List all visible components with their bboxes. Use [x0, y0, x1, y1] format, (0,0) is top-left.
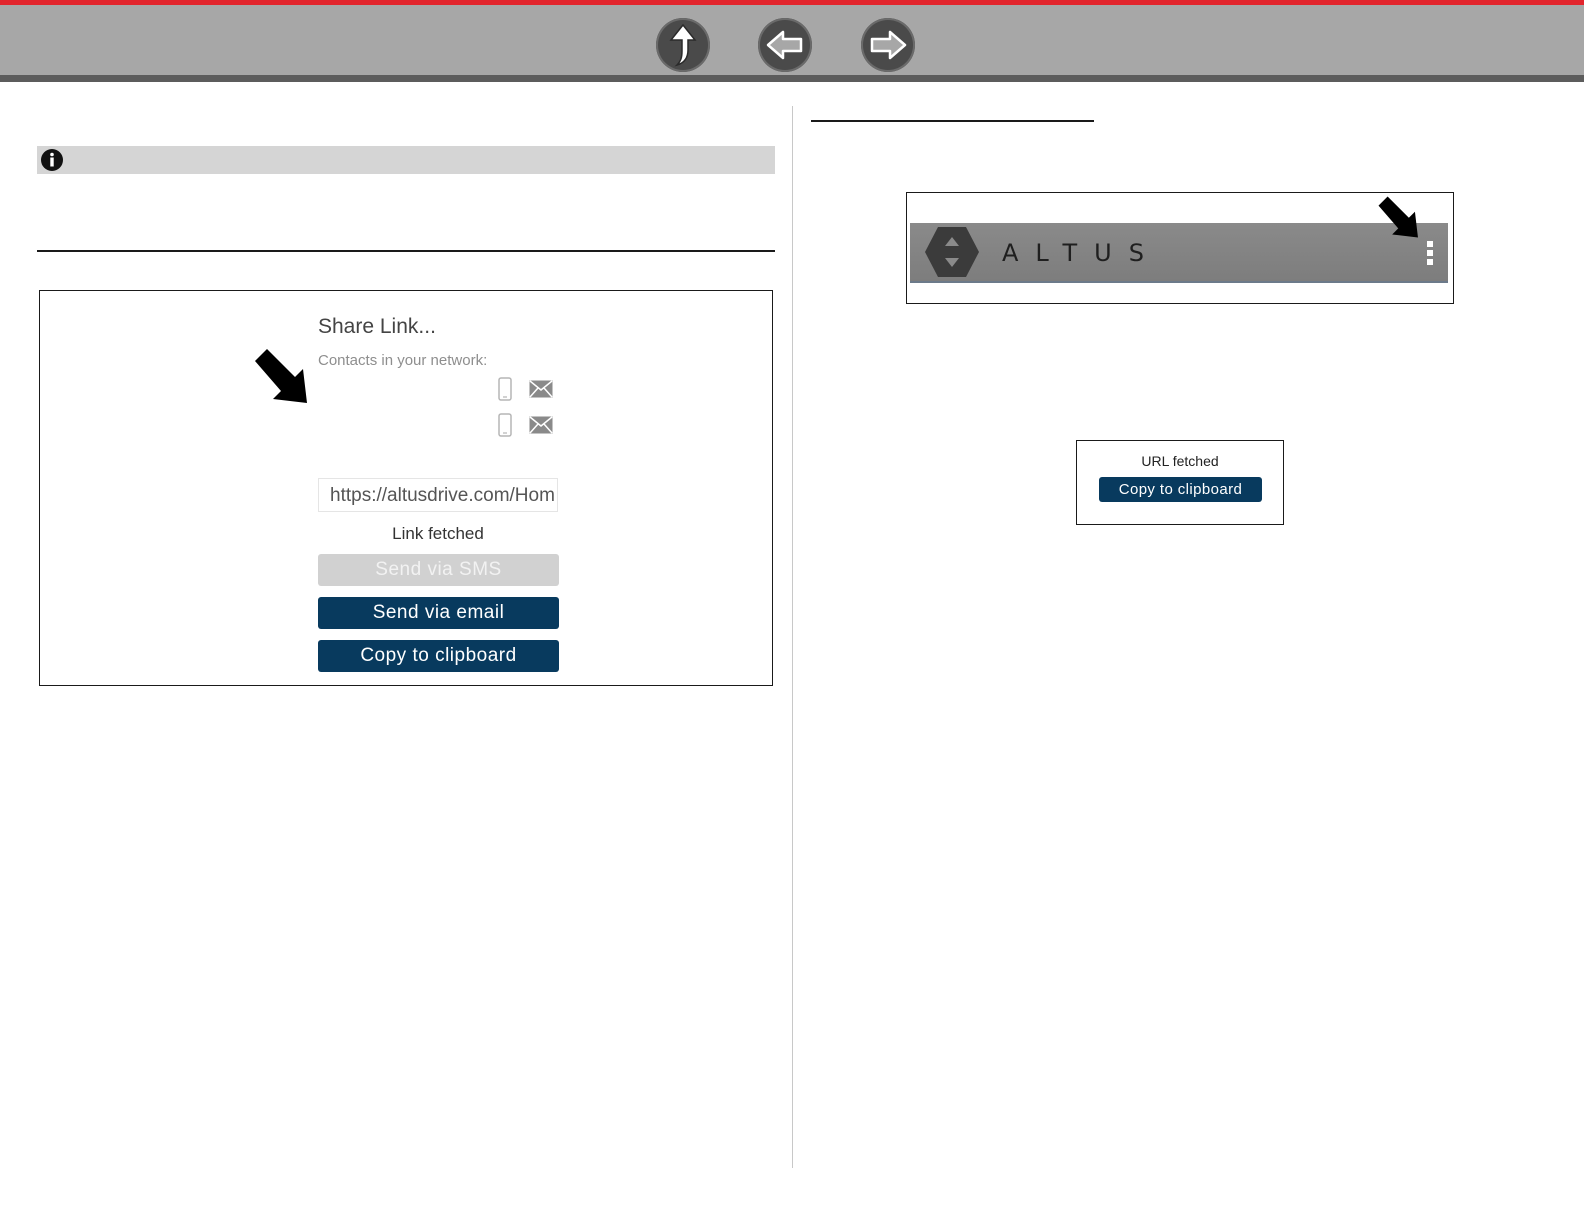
share-url-field[interactable]: https://altusdrive.com/Hom	[318, 478, 558, 512]
altus-header-screenshot: ALTUS	[906, 192, 1454, 304]
top-toolbar	[0, 0, 1584, 82]
pointer-arrow-icon	[255, 349, 307, 403]
share-title: Share Link...	[318, 315, 436, 338]
contacts-label: Contacts in your network:	[318, 352, 488, 369]
send-sms-button[interactable]: Send via SMS	[318, 554, 559, 586]
altus-brand: ALTUS	[1002, 239, 1161, 267]
altus-app-bar: ALTUS	[910, 223, 1448, 283]
section-rule-left	[37, 250, 775, 252]
forward-arrow-icon	[870, 30, 907, 60]
back-button[interactable]	[758, 18, 812, 72]
pointer-arrow-icon	[1378, 196, 1418, 238]
column-divider	[792, 106, 793, 1168]
url-status: URL fetched	[1141, 453, 1219, 469]
mail-icon[interactable]	[529, 416, 553, 434]
section-rule-right	[811, 120, 1094, 122]
info-icon	[41, 149, 63, 171]
link-status: Link fetched	[392, 524, 484, 543]
home-up-arrow-icon	[669, 23, 697, 67]
home-button[interactable]	[656, 18, 710, 72]
contact-row	[498, 413, 558, 439]
copy-clipboard-button[interactable]: Copy to clipboard	[1099, 477, 1262, 502]
phone-icon[interactable]	[498, 413, 512, 437]
kebab-menu-icon[interactable]	[1427, 241, 1435, 265]
altus-logo-icon	[925, 227, 979, 277]
note-bar	[37, 146, 775, 174]
copy-clipboard-button[interactable]: Copy to clipboard	[318, 640, 559, 672]
back-arrow-icon	[766, 30, 803, 60]
phone-icon[interactable]	[498, 377, 512, 401]
url-fetched-screenshot: URL fetched Copy to clipboard	[1076, 440, 1284, 525]
contact-row	[498, 377, 558, 403]
send-email-button[interactable]: Send via email	[318, 597, 559, 629]
forward-button[interactable]	[861, 18, 915, 72]
share-link-screenshot: Share Link... Contacts in your network: …	[39, 290, 773, 686]
mail-icon[interactable]	[529, 380, 553, 398]
